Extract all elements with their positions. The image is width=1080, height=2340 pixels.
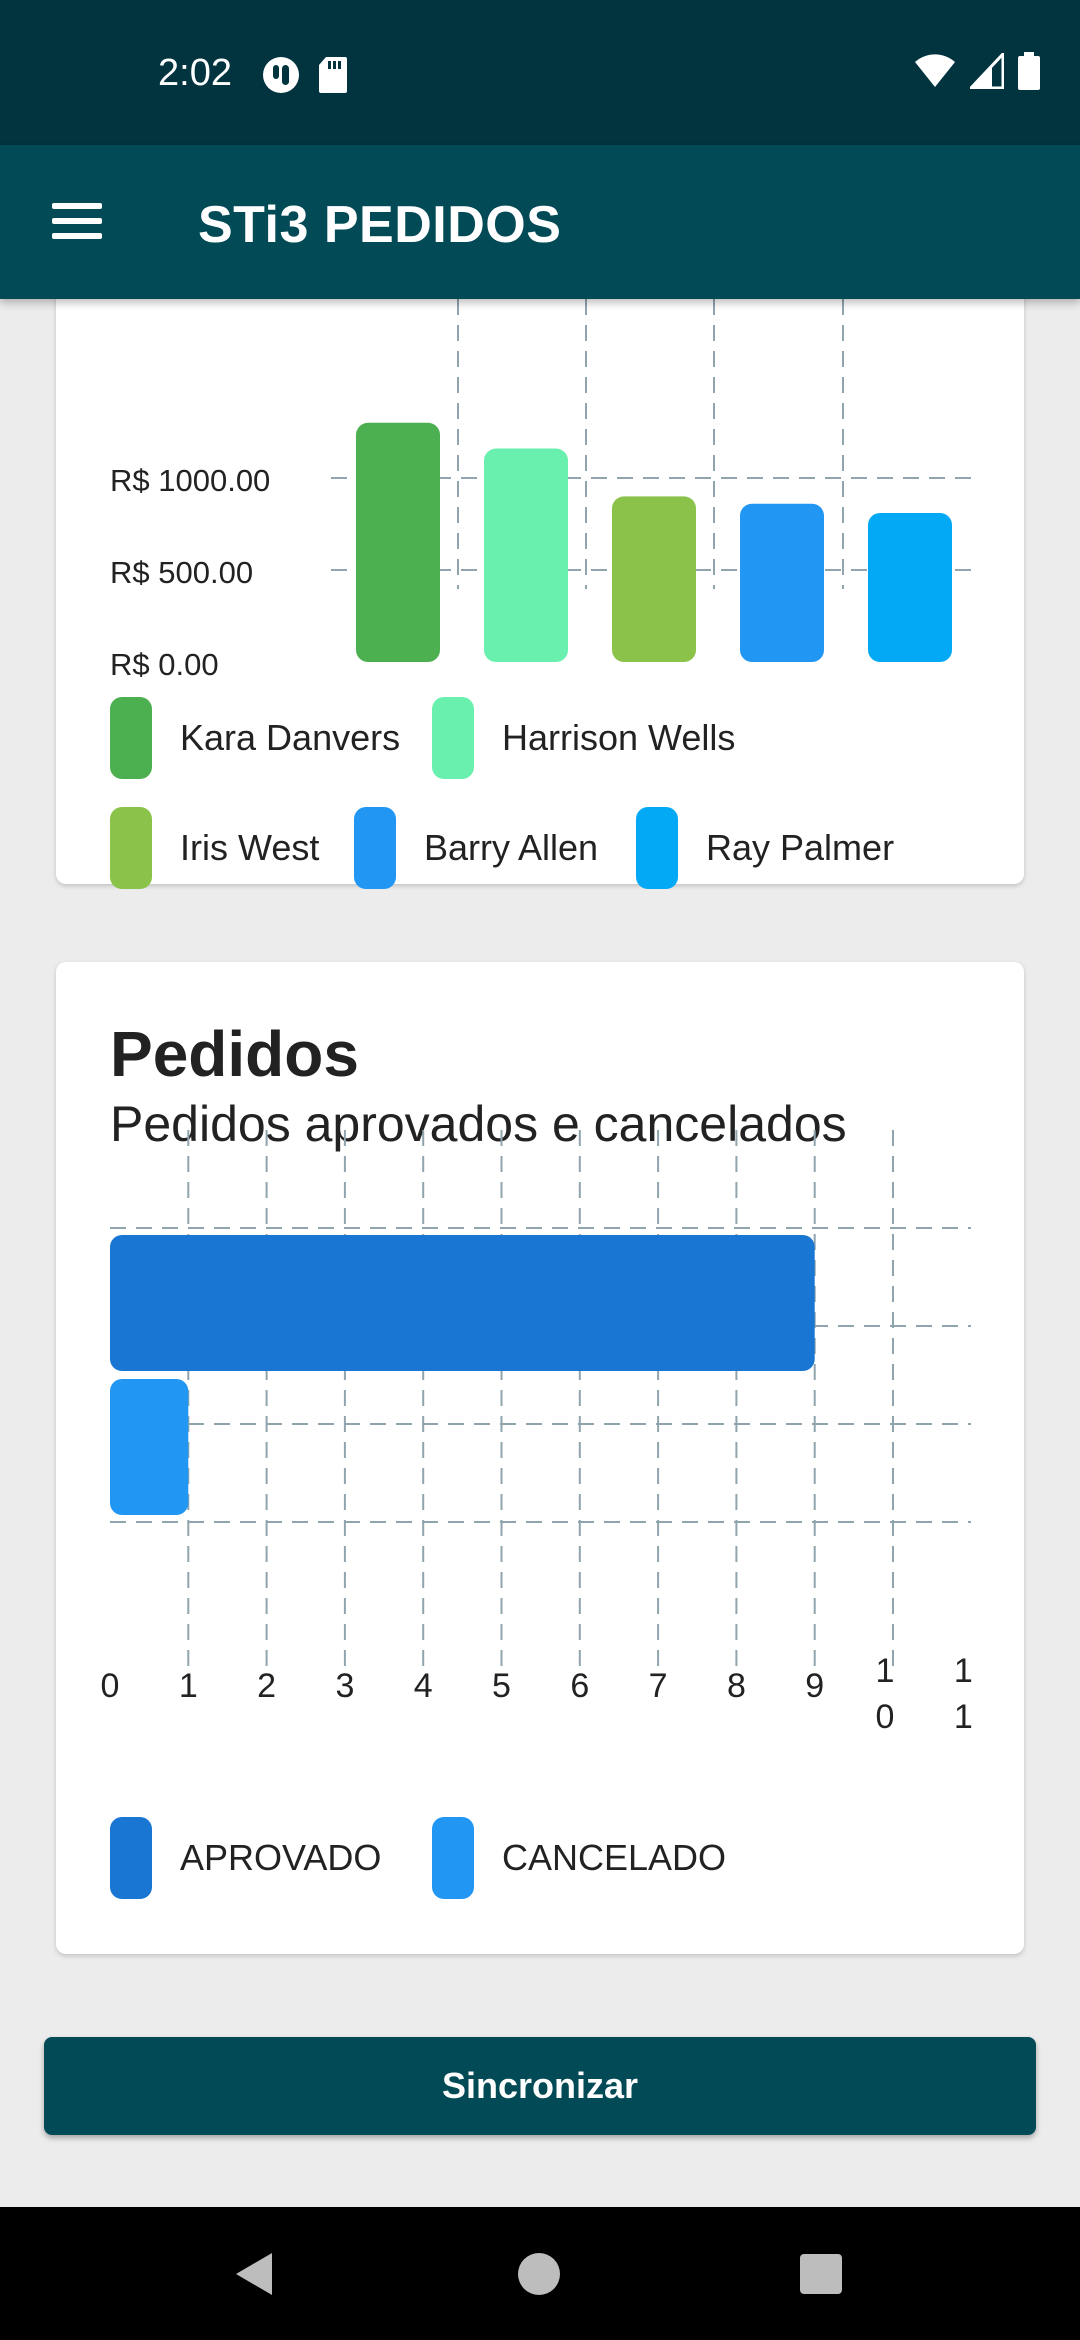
app-bar: STi3 PEDIDOS bbox=[0, 145, 1080, 299]
legend-label: APROVADO bbox=[180, 1837, 382, 1878]
orders-chart-card: Pedidos Pedidos aprovados e cancelados 0… bbox=[56, 962, 1024, 1954]
bar-iris-west bbox=[612, 496, 696, 662]
legend-label: CANCELADO bbox=[502, 1837, 727, 1878]
navigation-bar bbox=[0, 2207, 1080, 2340]
x-tick-label: 6 bbox=[570, 1667, 589, 1705]
recents-icon[interactable] bbox=[800, 2254, 842, 2294]
bar-barry-allen bbox=[740, 503, 824, 662]
app-title: STi3 PEDIDOS bbox=[198, 196, 562, 254]
bar-cancelado bbox=[110, 1379, 189, 1515]
cell-signal-icon bbox=[967, 50, 1005, 94]
x-tick-label: 3 bbox=[335, 1667, 354, 1705]
status-bar: 2:02 bbox=[0, 0, 1080, 145]
legend-item: Kara Danvers bbox=[110, 697, 400, 779]
wifi-icon bbox=[914, 53, 956, 94]
x-tick-label: 11 bbox=[954, 1652, 973, 1736]
y-tick-label: R$ 0.00 bbox=[110, 647, 219, 682]
x-tick-label: 7 bbox=[649, 1667, 668, 1705]
bar-harrison-wells bbox=[484, 448, 568, 662]
home-icon[interactable] bbox=[518, 2253, 560, 2295]
legend-label: Kara Danvers bbox=[180, 717, 401, 758]
vendors-legend: Kara Danvers Harrison Wells Iris West Barry… bbox=[110, 697, 1010, 897]
y-tick-label: R$ 500.00 bbox=[110, 555, 253, 590]
legend-label: Barry Allen bbox=[424, 827, 599, 868]
legend-item: Barry Allen bbox=[354, 807, 598, 889]
content-scroll-area[interactable]: R$ 0.00 R$ 500.00 R$ 1000.00 Kara Danvers H… bbox=[0, 299, 1080, 2207]
app-notification-icon bbox=[262, 56, 300, 99]
x-tick-label: 0 bbox=[101, 1667, 120, 1705]
orders-horizontal-bar-chart: 0 1 2 3 4 5 6 7 8 9 1 0 1 1 bbox=[101, 1130, 973, 1736]
legend-item: APROVADO bbox=[110, 1817, 381, 1899]
legend-item: Harrison Wells bbox=[432, 697, 735, 779]
x-tick-label: 2 bbox=[257, 1667, 276, 1705]
battery-icon bbox=[1018, 52, 1040, 95]
back-icon[interactable] bbox=[234, 2251, 274, 2302]
vendors-bar-chart: R$ 0.00 R$ 500.00 R$ 1000.00 bbox=[110, 299, 971, 682]
x-tick-label: 4 bbox=[414, 1667, 433, 1705]
legend-item: Iris West bbox=[110, 807, 319, 889]
legend-swatch bbox=[354, 807, 396, 889]
sync-button[interactable]: Sincronizar bbox=[44, 2037, 1036, 2135]
legend-label: Iris West bbox=[180, 827, 320, 868]
orders-legend: APROVADO CANCELADO bbox=[110, 1817, 1010, 1917]
legend-swatch bbox=[432, 1817, 474, 1899]
legend-swatch bbox=[110, 807, 152, 889]
hamburger-menu-icon[interactable] bbox=[40, 193, 108, 253]
bar-aprovado bbox=[110, 1235, 815, 1371]
legend-label: Ray Palmer bbox=[706, 827, 895, 868]
legend-item: CANCELADO bbox=[432, 1817, 726, 1899]
bar-ray-palmer bbox=[868, 512, 952, 662]
legend-swatch bbox=[110, 1817, 152, 1899]
legend-swatch bbox=[636, 807, 678, 889]
status-time: 2:02 bbox=[158, 52, 232, 94]
vendors-chart-card: R$ 0.00 R$ 500.00 R$ 1000.00 Kara Danvers H… bbox=[56, 299, 1024, 889]
legend-label: Harrison Wells bbox=[502, 717, 736, 758]
legend-swatch bbox=[432, 697, 474, 779]
bar-kara-danvers bbox=[356, 422, 440, 662]
y-tick-label: R$ 1000.00 bbox=[110, 463, 270, 498]
legend-item: Ray Palmer bbox=[636, 807, 894, 889]
x-tick-label: 10 bbox=[876, 1652, 895, 1736]
x-tick-label: 8 bbox=[727, 1667, 746, 1705]
x-tick-label: 9 bbox=[805, 1667, 824, 1705]
x-tick-label: 1 bbox=[179, 1667, 198, 1705]
legend-swatch bbox=[110, 697, 152, 779]
x-tick-label: 5 bbox=[492, 1667, 511, 1705]
sd-card-icon bbox=[318, 56, 348, 99]
